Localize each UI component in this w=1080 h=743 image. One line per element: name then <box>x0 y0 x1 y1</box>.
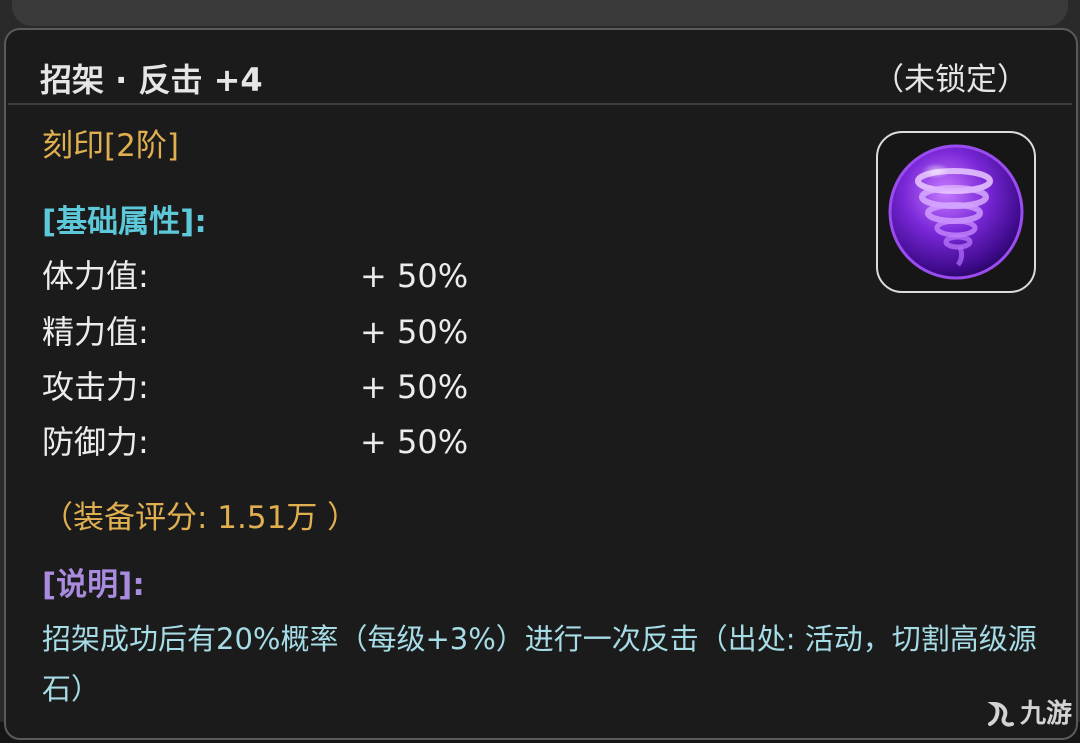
title-divider <box>8 103 1072 105</box>
stat-value: + 50% <box>360 257 469 295</box>
stat-value: + 50% <box>360 368 469 406</box>
purple-tornado-orb-icon <box>888 144 1024 280</box>
stat-value: + 50% <box>360 313 469 351</box>
stat-row-stamina: 体力值: + 50% <box>42 254 542 298</box>
description-heading: [说明]: <box>42 567 145 603</box>
watermark-text: 九游 <box>1019 699 1072 729</box>
base-attributes-heading: [基础属性]: <box>42 204 207 240</box>
stat-label: 体力值: <box>42 257 149 295</box>
item-rank: 刻印[2阶] <box>42 128 179 164</box>
stat-value: + 50% <box>360 423 469 461</box>
stat-row-energy: 精力值: + 50% <box>42 310 542 354</box>
stat-label: 攻击力: <box>42 368 149 406</box>
item-icon-frame <box>876 131 1036 293</box>
stat-row-defense: 防御力: + 50% <box>42 420 542 464</box>
background-window-top <box>12 0 1068 26</box>
lock-status[interactable]: （未锁定） <box>873 58 1028 102</box>
watermark: 九游 <box>984 694 1072 734</box>
equipment-score: （装备评分: 1.51万 ） <box>42 500 359 536</box>
stat-label: 精力值: <box>42 313 149 351</box>
stat-label: 防御力: <box>42 423 149 461</box>
jiuyou-logo-icon <box>987 701 1014 727</box>
stat-row-attack: 攻击力: + 50% <box>42 365 542 409</box>
description-text: 招架成功后有20%概率（每级+3%）进行一次反击（出处: 活动，切割高级源石） <box>42 622 1037 706</box>
item-name: 招架 · 反击 +4 <box>40 61 263 99</box>
